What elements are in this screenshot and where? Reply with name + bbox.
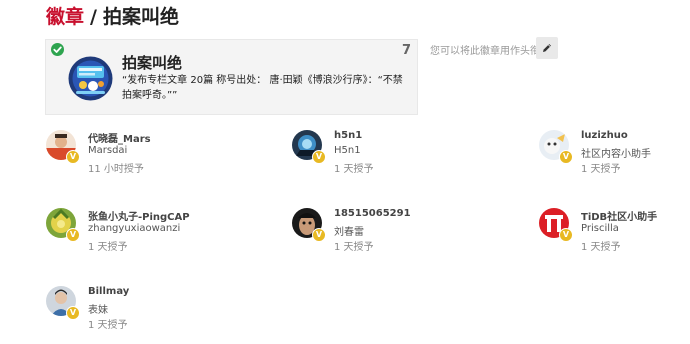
badge-mini-icon: V (66, 306, 80, 320)
user-name-link[interactable]: 18515065291 (334, 208, 411, 219)
user-grant-item[interactable]: V 18515065291 刘春雷 1 天授予 (292, 208, 522, 254)
user-name-link[interactable]: luzizhuo (581, 130, 628, 141)
user-grant-item[interactable]: V TiDB社区小助手 Priscilla 1 天授予 (539, 208, 690, 254)
edit-title-button[interactable] (536, 37, 558, 59)
pencil-icon (543, 44, 551, 52)
user-grant-item[interactable]: V 代晓磊_Mars Marsdai 11 小时授予 (46, 130, 276, 176)
user-name-link[interactable]: h5n1 (334, 130, 362, 141)
user-name-link[interactable]: 张鱼小丸子-PingCAP (88, 208, 190, 223)
user-name-link[interactable]: TiDB社区小助手 (581, 208, 657, 223)
badge-mini-icon: V (559, 150, 573, 164)
user-full-name: H5n1 (334, 145, 361, 156)
user-full-name: Priscilla (581, 223, 619, 234)
user-full-name: 表妹 (88, 305, 108, 316)
badge-card: 拍案叫绝 7 “发布专栏文章 20篇 称号出处： 唐·田颖《博浪沙行序》：“不禁… (45, 39, 418, 115)
page-title: 拍案叫绝 (102, 6, 179, 28)
user-grant-item[interactable]: V h5n1 H5n1 1 天授予 (292, 130, 522, 176)
grant-time: 1 天授予 (334, 164, 374, 175)
grant-time: 1 天授予 (88, 320, 128, 331)
grant-time: 1 天授予 (581, 164, 621, 175)
badge-mini-icon: V (312, 228, 326, 242)
badge-emblem-icon (68, 56, 113, 101)
badge-mini-icon: V (66, 150, 80, 164)
user-name-link[interactable]: Billmay (88, 286, 129, 297)
user-grant-item[interactable]: V 张鱼小丸子-PingCAP zhangyuxiaowanzi 1 天授予 (46, 208, 276, 254)
user-full-name: Marsdai (88, 145, 128, 156)
badge-grant-count: 7 (401, 43, 411, 58)
check-circle-icon (51, 43, 64, 56)
badge-mini-icon: V (66, 228, 80, 242)
page-heading: 徽章 / 拍案叫绝 (46, 4, 179, 30)
badge-description: “发布专栏文章 20篇 称号出处： 唐·田颖《博浪沙行序》：“不禁拍案呼奇。”” (122, 75, 403, 101)
breadcrumb-badges-link[interactable]: 徽章 (46, 6, 84, 28)
grant-time: 1 天授予 (581, 242, 621, 253)
badge-mini-icon: V (559, 228, 573, 242)
user-full-name: zhangyuxiaowanzi (88, 223, 181, 234)
user-grant-item[interactable]: V Billmay 表妹 1 天授予 (46, 286, 276, 332)
grant-time: 11 小时授予 (88, 164, 144, 175)
user-grant-item[interactable]: V luzizhuo 社区内容小助手 1 天授予 (539, 130, 690, 176)
user-full-name: 社区内容小助手 (581, 149, 651, 160)
breadcrumb-separator: / (90, 6, 97, 28)
grant-time: 1 天授予 (88, 242, 128, 253)
grant-time: 1 天授予 (334, 242, 374, 253)
badge-mini-icon: V (312, 150, 326, 164)
user-name-link[interactable]: 代晓磊_Mars (88, 130, 151, 145)
avatar-title-hint: 您可以将此徽章用作头衔 (430, 46, 540, 57)
badge-title: 拍案叫绝 (122, 54, 183, 72)
user-full-name: 刘春雷 (334, 227, 364, 238)
